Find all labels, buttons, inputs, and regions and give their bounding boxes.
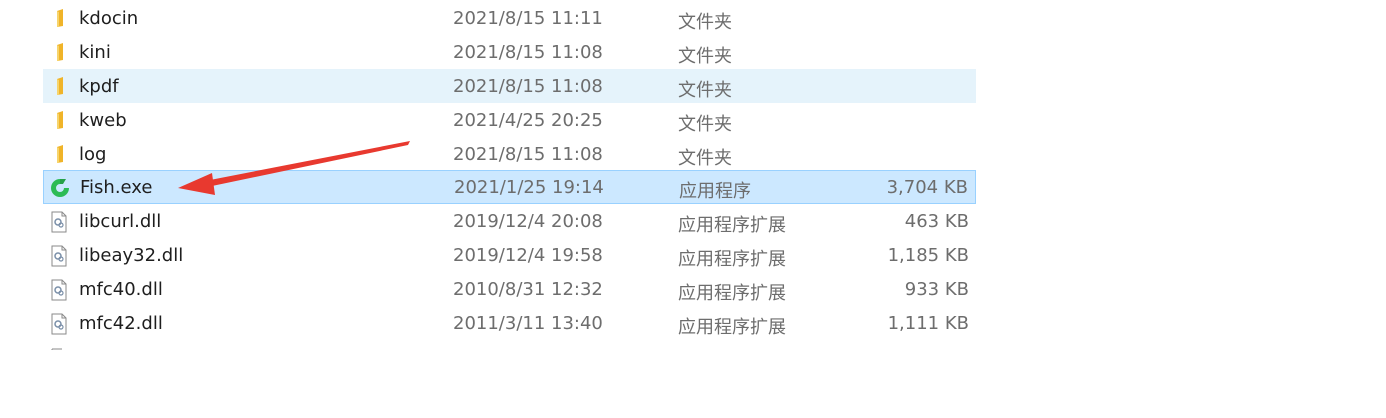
folder-icon: [49, 8, 69, 28]
file-name: mfc42.dll: [79, 313, 163, 334]
file-date: 2010/8/31 12:32: [453, 279, 603, 300]
file-type: 应用程序扩展: [678, 317, 786, 338]
file-row-partial: [43, 340, 976, 350]
file-name: kdocin: [79, 8, 139, 29]
file-name: kini: [79, 42, 111, 63]
file-type: 文件夹: [678, 148, 732, 169]
dll-file-icon: [49, 245, 69, 267]
file-type: 文件夹: [678, 80, 732, 101]
file-date: 2011/3/11 13:40: [453, 313, 603, 334]
file-date: 2021/8/15 11:08: [453, 144, 603, 165]
file-row-log[interactable]: log 2021/8/15 11:08 文件夹: [43, 137, 976, 171]
file-size: 933 KB: [904, 279, 969, 300]
folder-icon: [49, 144, 69, 164]
file-date: 2021/8/15 11:08: [453, 42, 603, 63]
dll-file-icon: [49, 279, 69, 301]
file-date: 2019/12/4 20:08: [453, 211, 603, 232]
file-row-kini[interactable]: kini 2021/8/15 11:08 文件夹: [43, 35, 976, 69]
file-name: log: [79, 144, 107, 165]
file-list: kdocin 2021/8/15 11:11 文件夹 kini 2021/8/1…: [0, 0, 1386, 418]
file-date: 2021/1/25 19:14: [454, 177, 604, 198]
file-type: 文件夹: [678, 114, 732, 135]
file-size: 1,185 KB: [887, 245, 969, 266]
file-row-mfc42-dll[interactable]: mfc42.dll 2011/3/11 13:40 应用程序扩展 1,111 K…: [43, 306, 976, 340]
folder-icon: [49, 76, 69, 96]
fish-app-icon: [49, 177, 69, 197]
file-date: 2019/12/4 19:58: [453, 245, 603, 266]
file-name: libcurl.dll: [79, 211, 162, 232]
file-size: 463 KB: [904, 211, 969, 232]
file-row-fish-exe[interactable]: Fish.exe 2021/1/25 19:14 应用程序 3,704 KB: [43, 170, 976, 204]
file-row-mfc40-dll[interactable]: mfc40.dll 2010/8/31 12:32 应用程序扩展 933 KB: [43, 272, 976, 306]
file-row-kpdf[interactable]: kpdf 2021/8/15 11:08 文件夹: [43, 69, 976, 103]
file-row-libeay32-dll[interactable]: libeay32.dll 2019/12/4 19:58 应用程序扩展 1,18…: [43, 238, 976, 272]
file-type: 应用程序扩展: [678, 215, 786, 236]
file-size: 3,704 KB: [886, 177, 968, 198]
dll-file-icon: [49, 211, 69, 233]
file-type: 应用程序扩展: [678, 283, 786, 304]
file-row-kdocin[interactable]: kdocin 2021/8/15 11:11 文件夹: [43, 1, 976, 35]
dll-file-icon: [49, 313, 69, 335]
file-name: mfc40.dll: [79, 279, 163, 300]
file-type: 应用程序: [679, 181, 751, 202]
file-name: libeay32.dll: [79, 245, 184, 266]
file-date: 2021/4/25 20:25: [453, 110, 603, 131]
file-row-kweb[interactable]: kweb 2021/4/25 20:25 文件夹: [43, 103, 976, 137]
file-type: 文件夹: [678, 12, 732, 33]
file-name: kpdf: [79, 76, 119, 97]
file-size: 1,111 KB: [887, 313, 969, 334]
file-type: 文件夹: [678, 46, 732, 67]
file-date: 2021/8/15 11:08: [453, 76, 603, 97]
file-row-libcurl-dll[interactable]: libcurl.dll 2019/12/4 20:08 应用程序扩展 463 K…: [43, 204, 976, 238]
folder-icon: [49, 110, 69, 130]
file-date: 2021/8/15 11:11: [453, 8, 603, 29]
file-name: Fish.exe: [80, 177, 153, 198]
folder-icon: [49, 42, 69, 62]
file-type: 应用程序扩展: [678, 249, 786, 270]
file-name: kweb: [79, 110, 127, 131]
